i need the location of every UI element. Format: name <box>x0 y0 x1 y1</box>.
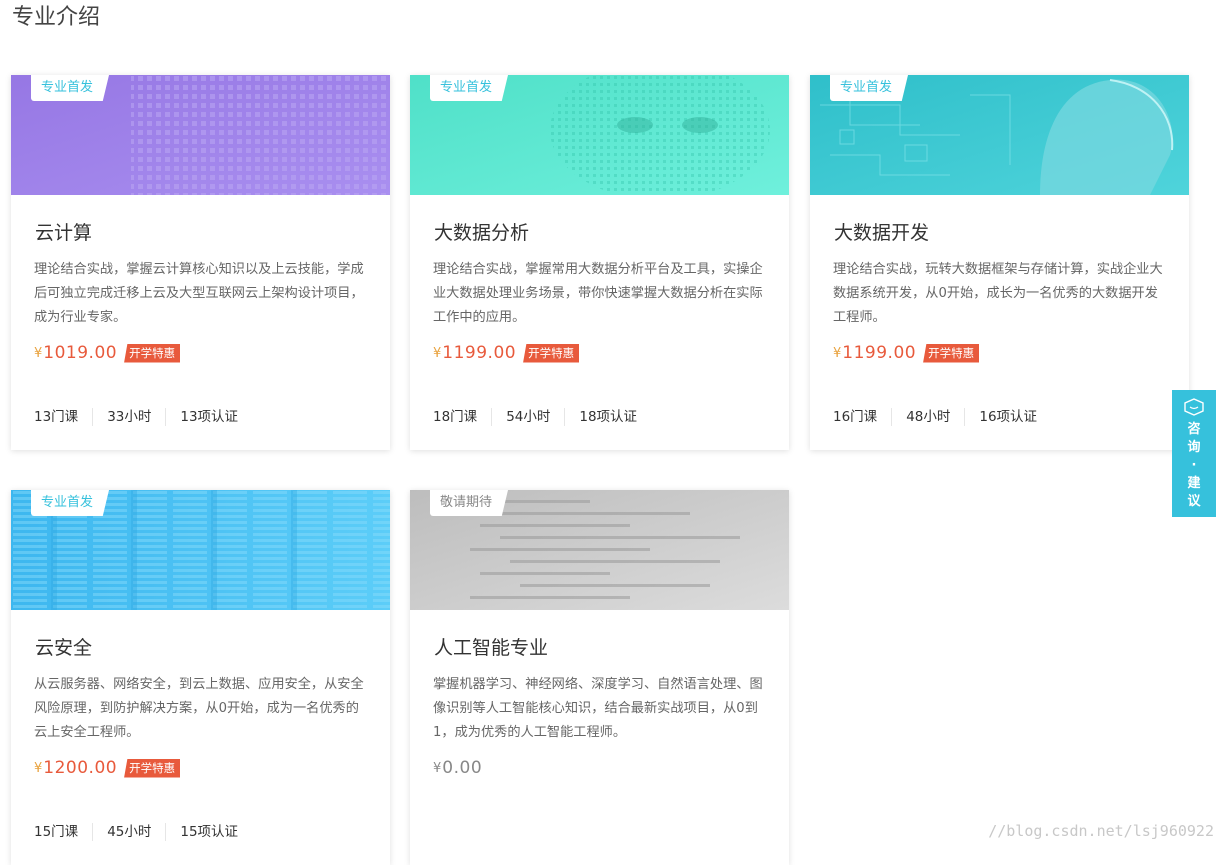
stat-courses: 16门课 <box>833 409 878 425</box>
stat-certifications: 15项认证 <box>165 823 252 841</box>
price-value: 1019.00 <box>43 343 118 363</box>
price-value: 1199.00 <box>842 343 917 363</box>
stat-courses: 18门课 <box>433 409 478 425</box>
card-stats: 16门课 48小时 16项认证 <box>833 408 1051 426</box>
banner-tag: 专业首发 <box>31 75 110 101</box>
banner-tag: 专业首发 <box>31 490 110 516</box>
card-description: 从云服务器、网络安全，到云上数据、应用安全，从安全风险原理，到防护解决方案，从0… <box>34 677 364 740</box>
stat-courses: 15门课 <box>34 824 79 840</box>
hexagon-icon <box>1184 398 1204 416</box>
currency-symbol: ¥ <box>34 760 43 776</box>
card-price: ¥ 1199.00 开学特惠 <box>433 343 580 363</box>
course-card-big-data-analysis[interactable]: 专业首发 大数据分析 理论结合实战，掌握常用大数据分析平台及工具，实操企业大数据… <box>410 75 789 450</box>
stat-hours: 48小时 <box>891 408 964 426</box>
course-card-cloud-computing[interactable]: 专业首发 云计算 理论结合实战，掌握云计算核心知识以及上云技能，学成后可独立完成… <box>11 75 390 450</box>
currency-symbol: ¥ <box>433 345 442 361</box>
card-banner: 专业首发 <box>11 75 390 195</box>
card-stats: 15门课 45小时 15项认证 <box>34 823 252 841</box>
promo-badge: 开学特惠 <box>124 758 181 778</box>
card-title[interactable]: 大数据分析 <box>434 218 529 245</box>
currency-symbol: ¥ <box>833 345 842 361</box>
card-description: 理论结合实战，掌握常用大数据分析平台及工具，实操企业大数据处理业务场景，带你快速… <box>433 262 763 325</box>
consult-feedback-tab[interactable]: 咨询·建议 <box>1172 390 1216 517</box>
stat-certifications: 16项认证 <box>964 408 1051 426</box>
card-price: ¥ 1019.00 开学特惠 <box>34 343 181 363</box>
course-card-cloud-security[interactable]: 专业首发 云安全 从云服务器、网络安全，到云上数据、应用安全，从安全风险原理，到… <box>11 490 390 865</box>
price-value: 0.00 <box>442 758 483 778</box>
card-description: 理论结合实战，玩转大数据框架与存储计算，实战企业大数据系统开发，从0开始，成长为… <box>833 262 1163 325</box>
card-title[interactable]: 人工智能专业 <box>434 633 548 660</box>
card-banner: 专业首发 <box>11 490 390 610</box>
banner-tag: 敬请期待 <box>430 490 509 516</box>
card-title[interactable]: 云安全 <box>35 633 92 660</box>
promo-badge: 开学特惠 <box>523 343 580 363</box>
card-banner: 专业首发 <box>410 75 789 195</box>
card-title[interactable]: 大数据开发 <box>834 218 929 245</box>
card-description: 掌握机器学习、神经网络、深度学习、自然语言处理、图像识别等人工智能核心知识，结合… <box>433 677 763 740</box>
card-title[interactable]: 云计算 <box>35 218 92 245</box>
course-card-big-data-development[interactable]: 专业首发 大数据开发 理论结合实战，玩转大数据框架与存储计算，实战企业大数据系统… <box>810 75 1189 450</box>
course-card-ai[interactable]: 敬请期待 人工智能专业 掌握机器学习、神经网络、深度学习、自然语言处理、图像识别… <box>410 490 789 865</box>
card-description: 理论结合实战，掌握云计算核心知识以及上云技能，学成后可独立完成迁移上云及大型互联… <box>34 262 364 325</box>
stat-certifications: 18项认证 <box>564 408 651 426</box>
banner-tag: 专业首发 <box>830 75 909 101</box>
stat-hours: 45小时 <box>92 823 165 841</box>
page-title: 专业介绍 <box>12 5 101 30</box>
card-price: ¥ 1199.00 开学特惠 <box>833 343 980 363</box>
card-price: ¥ 1200.00 开学特惠 <box>34 758 181 778</box>
stat-certifications: 13项认证 <box>165 408 252 426</box>
card-stats: 13门课 33小时 13项认证 <box>34 408 252 426</box>
price-value: 1200.00 <box>43 758 118 778</box>
promo-badge: 开学特惠 <box>923 343 980 363</box>
currency-symbol: ¥ <box>34 345 43 361</box>
price-value: 1199.00 <box>442 343 517 363</box>
card-price: ¥ 0.00 <box>433 758 482 778</box>
stat-courses: 13门课 <box>34 409 79 425</box>
stat-hours: 33小时 <box>92 408 165 426</box>
card-banner: 敬请期待 <box>410 490 789 610</box>
card-banner: 专业首发 <box>810 75 1189 195</box>
consult-feedback-label: 咨询·建议 <box>1187 422 1201 509</box>
promo-badge: 开学特惠 <box>124 343 181 363</box>
card-stats: 18门课 54小时 18项认证 <box>433 408 651 426</box>
watermark: //blog.csdn.net/lsj960922 <box>988 822 1214 840</box>
banner-tag: 专业首发 <box>430 75 509 101</box>
stat-hours: 54小时 <box>491 408 564 426</box>
currency-symbol: ¥ <box>433 760 442 776</box>
